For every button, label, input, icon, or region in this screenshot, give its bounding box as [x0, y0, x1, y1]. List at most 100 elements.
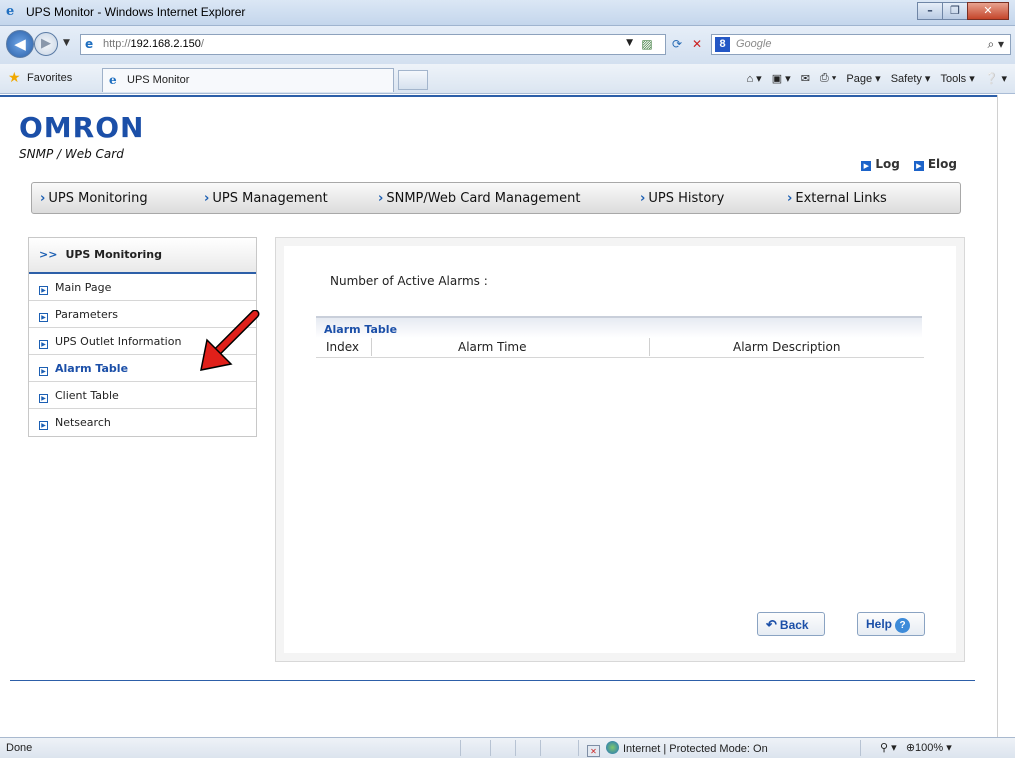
forward-nav-button[interactable]: ▶ [34, 32, 58, 56]
url-dropdown-icon[interactable]: ▼ [626, 38, 633, 48]
menu-label: UPS Management [212, 191, 328, 206]
elog-link[interactable]: ▶ Elog [913, 157, 957, 171]
page-subtitle: SNMP / Web Card [19, 147, 124, 161]
zoom-level: 100% [915, 742, 944, 754]
google-icon: 8 [715, 37, 730, 52]
status-divider [540, 740, 541, 756]
blocked-content-icon: ✕ [587, 745, 600, 757]
search-placeholder: Google [736, 38, 772, 50]
status-text: Done [6, 742, 33, 754]
page-menu[interactable]: Page ▾ [846, 72, 880, 85]
tab-ups-monitor[interactable]: e UPS Monitor [102, 68, 394, 92]
column-alarm-description: Alarm Description [733, 340, 841, 354]
alarm-table-columns: Index Alarm Time Alarm Description [316, 338, 924, 358]
back-button[interactable]: ↶ Back [757, 612, 825, 636]
sidebar-item-netsearch[interactable]: ▶ Netsearch [29, 409, 256, 436]
status-bar: Done ✕ Internet | Protected Mode: On ⚲ ▾ … [0, 737, 1015, 758]
zoom-control[interactable]: ⚲ ▾ ⊕100% ▾ [880, 741, 952, 754]
menu-ups-management[interactable]: › UPS Management [204, 191, 328, 206]
help-button[interactable]: Help? [857, 612, 925, 636]
home-icon[interactable]: ⌂ ▾ [746, 72, 761, 85]
active-alarms-label: Number of Active Alarms : [330, 274, 488, 288]
page-icon: e [85, 37, 94, 51]
url-input[interactable]: e http://192.168.2.150/ ▼ [80, 34, 666, 55]
header-links: ▶ Log ▶ Elog [861, 157, 957, 171]
tools-menu[interactable]: Tools ▾ [940, 72, 974, 85]
address-bar: ◀ ▶ ▼ e http://192.168.2.150/ ▼ ▨ ⟳ ✕ 8 … [0, 26, 1015, 64]
back-arrow-icon: ↶ [766, 617, 777, 632]
bullet-box-icon: ▶ [39, 286, 48, 295]
log-bullet-icon: ▶ [861, 161, 872, 171]
sidebar-item-client-table[interactable]: ▶ Client Table [29, 382, 256, 409]
sidebar-item-label: UPS Outlet Information [55, 335, 182, 348]
mail-icon[interactable]: ✉ [801, 72, 810, 85]
search-icon[interactable]: ⌕ ▾ [987, 37, 1004, 52]
ie-logo-icon: e [6, 4, 15, 19]
print-icon[interactable]: ⎙ ▾ [820, 72, 836, 85]
menu-label: UPS Monitoring [48, 191, 148, 206]
favorites-bar: ★ Favorites e UPS Monitor ⌂ ▾ ▣ ▾ ✉ ⎙ ▾ … [0, 64, 1015, 94]
column-divider [649, 338, 650, 356]
content-panel: Number of Active Alarms : Alarm Table In… [275, 237, 965, 662]
menu-ups-monitoring[interactable]: › UPS Monitoring [40, 191, 148, 206]
sidebar-item-label: Main Page [55, 281, 112, 294]
elog-link-label: Elog [927, 157, 957, 171]
menu-ups-history[interactable]: › UPS History [640, 191, 724, 206]
vertical-scrollbar[interactable] [997, 95, 1015, 737]
tools-menu-label: Tools [940, 73, 967, 85]
help-menu-icon[interactable]: ❔ ▾ [985, 72, 1007, 85]
sidebar-item-label: Parameters [55, 308, 118, 321]
chevron-right-icon: › [640, 191, 646, 206]
recent-pages-dropdown-icon[interactable]: ▼ [63, 38, 70, 48]
status-divider [460, 740, 461, 756]
favorites-star-icon[interactable]: ★ [8, 70, 21, 86]
main-menu: › UPS Monitoring › UPS Management › SNMP/We… [31, 182, 961, 214]
content-inner: Number of Active Alarms : Alarm Table In… [284, 246, 956, 653]
url-text: http://192.168.2.150/ [103, 38, 204, 50]
help-button-label: Help [866, 617, 893, 631]
sidebar-item-label: Client Table [55, 389, 119, 402]
menu-label: UPS History [648, 191, 725, 206]
menu-snmp-web-card-management[interactable]: › SNMP/Web Card Management [378, 191, 580, 206]
chevron-right-icon: › [204, 191, 210, 206]
status-divider [490, 740, 491, 756]
back-nav-button[interactable]: ◀ [6, 30, 34, 58]
menu-label: SNMP/Web Card Management [386, 191, 581, 206]
chevron-right-icon: › [787, 191, 793, 206]
log-link[interactable]: ▶ Log [861, 157, 900, 171]
protected-mode-icon: ⚲ ▾ [880, 742, 897, 754]
alarm-table-header: Alarm Table [316, 316, 922, 338]
refresh-icon[interactable]: ⟳ [668, 35, 686, 53]
status-divider [515, 740, 516, 756]
search-input[interactable]: 8 Google ⌕ ▾ [711, 34, 1011, 55]
menu-label: External Links [795, 191, 887, 206]
stop-icon[interactable]: ✕ [688, 35, 706, 53]
tab-title: UPS Monitor [127, 74, 190, 86]
sidebar-item-label: Alarm Table [55, 362, 129, 375]
bullet-box-icon: ▶ [39, 340, 48, 349]
menu-external-links[interactable]: › External Links [787, 191, 887, 206]
safety-menu-label: Safety [890, 73, 922, 85]
close-button[interactable]: ✕ [967, 2, 1009, 20]
safety-menu[interactable]: Safety ▾ [891, 72, 931, 85]
tab-ie-icon: e [109, 73, 117, 87]
sidebar-item-main-page[interactable]: ▶ Main Page [29, 274, 256, 301]
column-divider [371, 338, 372, 356]
zone-label: Internet | Protected Mode: On [623, 743, 768, 755]
status-divider [860, 740, 861, 756]
url-host: 192.168.2.150 [130, 38, 201, 50]
security-zone[interactable]: ✕ Internet | Protected Mode: On [587, 741, 768, 757]
bullet-box-icon: ▶ [39, 394, 48, 403]
minimize-button[interactable]: – [917, 2, 943, 20]
chevron-right-icon: › [378, 191, 384, 206]
new-tab-button[interactable] [398, 70, 428, 90]
zoom-icon: ⊕ [905, 742, 916, 754]
favorites-button[interactable]: Favorites [27, 72, 72, 84]
bullet-box-icon: ▶ [39, 421, 48, 430]
feeds-icon[interactable]: ▣ ▾ [772, 72, 791, 85]
compatibility-icon[interactable]: ▨ [638, 35, 656, 53]
column-index: Index [326, 340, 360, 354]
page-menu-label: Page [846, 73, 873, 85]
window-title: UPS Monitor - Windows Internet Explorer [26, 5, 246, 19]
restore-button[interactable]: ❐ [942, 2, 968, 20]
